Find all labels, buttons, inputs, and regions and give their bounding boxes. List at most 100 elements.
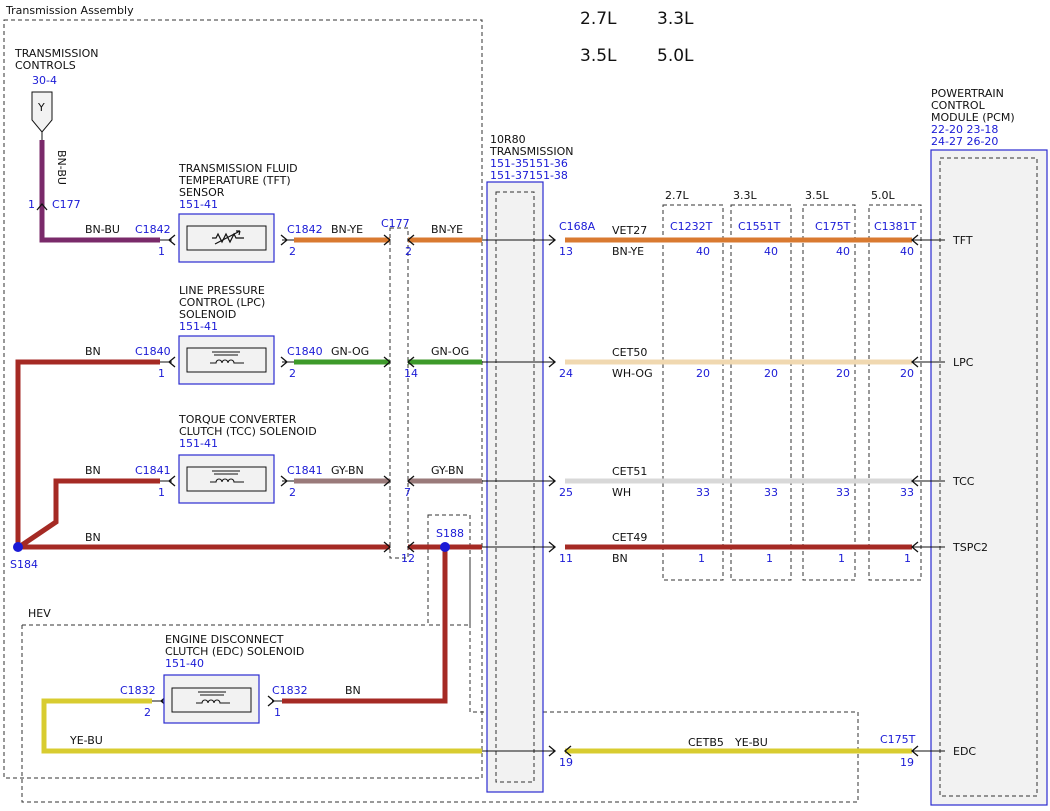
engine-conn-27: C1232T bbox=[670, 220, 713, 233]
edc-solenoid bbox=[163, 674, 260, 724]
engine-33-outline bbox=[730, 204, 792, 581]
connector-label: C1842 bbox=[135, 223, 171, 236]
wire-label: BN bbox=[85, 531, 101, 544]
pin-label: 20 bbox=[764, 367, 778, 380]
engine-col-35: 3.5L bbox=[805, 189, 829, 202]
engine-col-33: 3.3L bbox=[733, 189, 757, 202]
pin-label: 20 bbox=[696, 367, 710, 380]
pin-label: 19 bbox=[559, 756, 573, 769]
pin-label: 1 bbox=[904, 552, 911, 565]
pin-label: 19 bbox=[900, 756, 914, 769]
connector-label: C1842 bbox=[287, 223, 323, 236]
engine-col-27: 2.7L bbox=[665, 189, 689, 202]
engine-27-outline bbox=[662, 204, 724, 581]
pin-label: 1 bbox=[158, 245, 165, 258]
pcm-signal-label: EDC bbox=[953, 745, 976, 758]
engine-col-50: 5.0L bbox=[871, 189, 895, 202]
trans-ref-2: 151-37151-38 bbox=[490, 169, 568, 182]
wire-bn-lpc-ground bbox=[15, 359, 160, 547]
wire-label: GY-BN bbox=[331, 464, 364, 477]
engine-35-outline bbox=[802, 204, 856, 581]
engine-headers: 2.7L 3.3L 3.5L 5.0L bbox=[580, 9, 694, 66]
pin-label: 1 bbox=[158, 486, 165, 499]
tcc-solenoid bbox=[178, 454, 275, 504]
wiring-diagram: Y Transmission Assembly 2.7L 3.3L 3.5L 5… bbox=[3, 4, 1048, 806]
splice-s184-dot bbox=[13, 542, 23, 552]
connector-label: C1840 bbox=[135, 345, 171, 358]
wire-label: BN-YE bbox=[431, 223, 463, 236]
c177-connector-outline bbox=[389, 227, 409, 559]
wire-label: YE-BU bbox=[734, 736, 768, 749]
wire-label: BN-YE bbox=[331, 223, 363, 236]
tc-ref: 30-4 bbox=[32, 74, 57, 87]
wire-label: WH bbox=[612, 486, 631, 499]
connector-label: C1832 bbox=[272, 684, 308, 697]
connector-label: C168A bbox=[559, 220, 596, 233]
connector-label: C1840 bbox=[287, 345, 323, 358]
pin-label: 24 bbox=[559, 367, 573, 380]
engine-header-33: 3.3L bbox=[657, 9, 694, 29]
engine-conn-35: C175T bbox=[815, 220, 851, 233]
connector-label: C1841 bbox=[287, 464, 323, 477]
pin-label: 1 bbox=[766, 552, 773, 565]
connector-label: C175T bbox=[880, 733, 916, 746]
pin-label: 33 bbox=[900, 486, 914, 499]
pin-label: 11 bbox=[559, 552, 573, 565]
wire-label: YE-BU bbox=[69, 734, 103, 747]
circuit-label: CET51 bbox=[612, 465, 647, 478]
tcc-ref: 151-41 bbox=[179, 437, 218, 450]
pin-label: 1 bbox=[698, 552, 705, 565]
engine-conn-33: C1551T bbox=[738, 220, 781, 233]
pin-label: 13 bbox=[559, 245, 573, 258]
pcm-ref-2: 24-27 26-20 bbox=[931, 135, 998, 148]
connector-label: C1841 bbox=[135, 464, 171, 477]
pcm-signal-label: TSPC2 bbox=[952, 541, 988, 554]
pin-label: 20 bbox=[900, 367, 914, 380]
lpc-ref: 151-41 bbox=[179, 320, 218, 333]
engine-50-outline bbox=[868, 204, 922, 581]
marker-y-label: Y bbox=[37, 101, 45, 114]
tft-sensor bbox=[178, 213, 275, 263]
engine-header-35: 3.5L bbox=[580, 46, 617, 66]
pcm-signal-label: TFT bbox=[952, 234, 973, 247]
pin-label: 2 bbox=[289, 486, 296, 499]
lpc-solenoid bbox=[178, 335, 275, 385]
edc-ref: 151-40 bbox=[165, 657, 204, 670]
engine-header-27: 2.7L bbox=[580, 9, 617, 29]
c177-pin-1: 1 bbox=[28, 198, 35, 211]
pin-label: 2 bbox=[289, 367, 296, 380]
circuit-label: VET27 bbox=[612, 224, 647, 237]
transmission-assembly-boundary bbox=[3, 19, 483, 779]
pin-label: 40 bbox=[900, 245, 914, 258]
wire-label: BN bbox=[345, 684, 361, 697]
pin-label: 2 bbox=[289, 245, 296, 258]
pcm-signal-label: TCC bbox=[952, 475, 975, 488]
engine-conn-50: C1381T bbox=[874, 220, 917, 233]
wire-label: BN bbox=[612, 552, 628, 565]
tft-ref: 151-41 bbox=[179, 198, 218, 211]
pin-label: 33 bbox=[764, 486, 778, 499]
engine-header-50: 5.0L bbox=[657, 46, 694, 66]
pin-label: 2 bbox=[405, 245, 412, 258]
pin-label: 7 bbox=[404, 486, 411, 499]
wire-label: GN-OG bbox=[331, 345, 369, 358]
pin-label: 40 bbox=[764, 245, 778, 258]
wire-label: GN-OG bbox=[431, 345, 469, 358]
pin-label: 2 bbox=[144, 706, 151, 719]
pin-label: 1 bbox=[838, 552, 845, 565]
transmission-10r80-block bbox=[486, 181, 544, 793]
wire-label: BN-BU bbox=[85, 223, 120, 236]
pin-label: 12 bbox=[401, 552, 415, 565]
hev-label: HEV bbox=[28, 607, 51, 620]
splice-s184-label: S184 bbox=[10, 558, 38, 571]
wire-label: BN-YE bbox=[612, 245, 644, 258]
pin-label: 20 bbox=[836, 367, 850, 380]
wire-label: GY-BN bbox=[431, 464, 464, 477]
wire-label-bn-bu-vertical: BN-BU bbox=[55, 150, 68, 185]
tc-label-2: CONTROLS bbox=[15, 59, 76, 72]
wire-label: BN bbox=[85, 345, 101, 358]
transmission-controls-marker: Y bbox=[31, 91, 53, 140]
wire-ye-bu-edc bbox=[41, 698, 482, 754]
pin-label: 40 bbox=[696, 245, 710, 258]
pcm-block bbox=[930, 149, 1048, 806]
